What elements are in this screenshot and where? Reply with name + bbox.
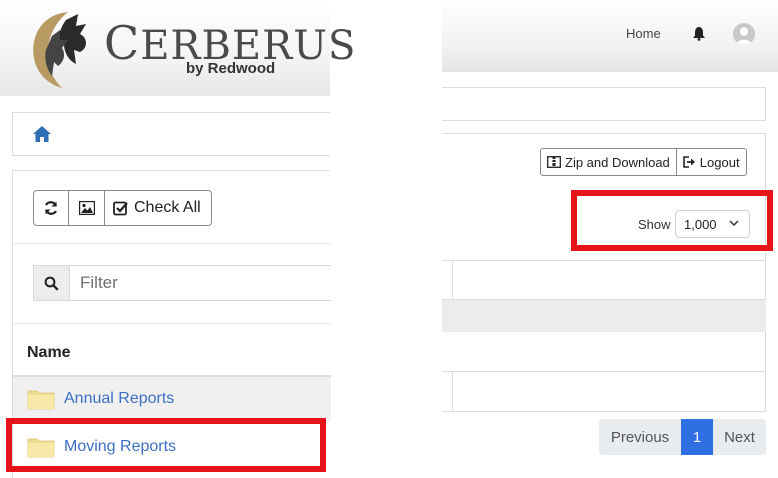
divider bbox=[13, 323, 331, 324]
table-header-row bbox=[442, 260, 766, 300]
data-table bbox=[442, 260, 766, 412]
folder-icon bbox=[27, 390, 55, 410]
table-row bbox=[442, 332, 766, 372]
logo-header: CERBERUS by Redwood bbox=[0, 0, 355, 96]
folder-link[interactable]: Annual Reports bbox=[64, 390, 174, 408]
content-card: Zip and Download Logout Show 1,000 bbox=[442, 133, 766, 412]
brand-initial: C bbox=[104, 16, 141, 70]
divider bbox=[13, 243, 331, 244]
check-all-label: Check All bbox=[134, 199, 201, 216]
list-item[interactable]: Annual Reports bbox=[13, 377, 331, 421]
column-divider bbox=[452, 372, 453, 412]
check-all-button[interactable]: Check All bbox=[105, 191, 211, 225]
pagination: Previous 1 Next bbox=[599, 419, 766, 455]
page-1-button[interactable]: 1 bbox=[681, 419, 713, 455]
logout-icon bbox=[682, 156, 695, 168]
logout-label: Logout bbox=[699, 154, 740, 170]
image-icon bbox=[78, 201, 95, 215]
filter-search-addon bbox=[34, 266, 70, 300]
toolbar-button-group: Check All bbox=[33, 190, 212, 226]
brand-tagline: by Redwood bbox=[186, 60, 276, 77]
cerberus-logo-icon bbox=[33, 12, 86, 88]
highlight-box bbox=[571, 190, 773, 251]
home-icon[interactable] bbox=[32, 125, 52, 143]
table-row bbox=[442, 300, 766, 332]
action-button-group: Zip and Download Logout bbox=[540, 148, 747, 176]
bell-icon[interactable] bbox=[692, 26, 706, 41]
breadcrumb-bar bbox=[442, 87, 766, 121]
name-column-header[interactable]: Name bbox=[13, 329, 331, 377]
table-row bbox=[442, 372, 766, 412]
checkbox-check-icon bbox=[113, 201, 128, 215]
zip-file-icon bbox=[547, 156, 561, 168]
zip-download-label: Zip and Download bbox=[565, 154, 670, 170]
breadcrumb bbox=[12, 112, 330, 156]
next-page-button[interactable]: Next bbox=[713, 419, 766, 455]
zip-download-button[interactable]: Zip and Download bbox=[541, 149, 677, 175]
avatar[interactable] bbox=[733, 23, 755, 45]
filter-input[interactable] bbox=[70, 273, 320, 293]
user-icon bbox=[736, 27, 752, 45]
left-panel: CERBERUS by Redwood Check All Filter Nam… bbox=[0, 0, 355, 478]
column-divider bbox=[452, 261, 453, 299]
logout-button[interactable]: Logout bbox=[677, 149, 746, 175]
top-navbar: Home bbox=[442, 0, 778, 72]
filter-box bbox=[33, 265, 331, 301]
highlight-box bbox=[6, 418, 326, 472]
refresh-icon bbox=[44, 201, 58, 215]
nav-home-link[interactable]: Home bbox=[626, 26, 661, 41]
search-icon bbox=[44, 276, 59, 291]
refresh-button[interactable] bbox=[34, 191, 69, 225]
previous-page-button[interactable]: Previous bbox=[599, 419, 681, 455]
image-view-button[interactable] bbox=[69, 191, 105, 225]
